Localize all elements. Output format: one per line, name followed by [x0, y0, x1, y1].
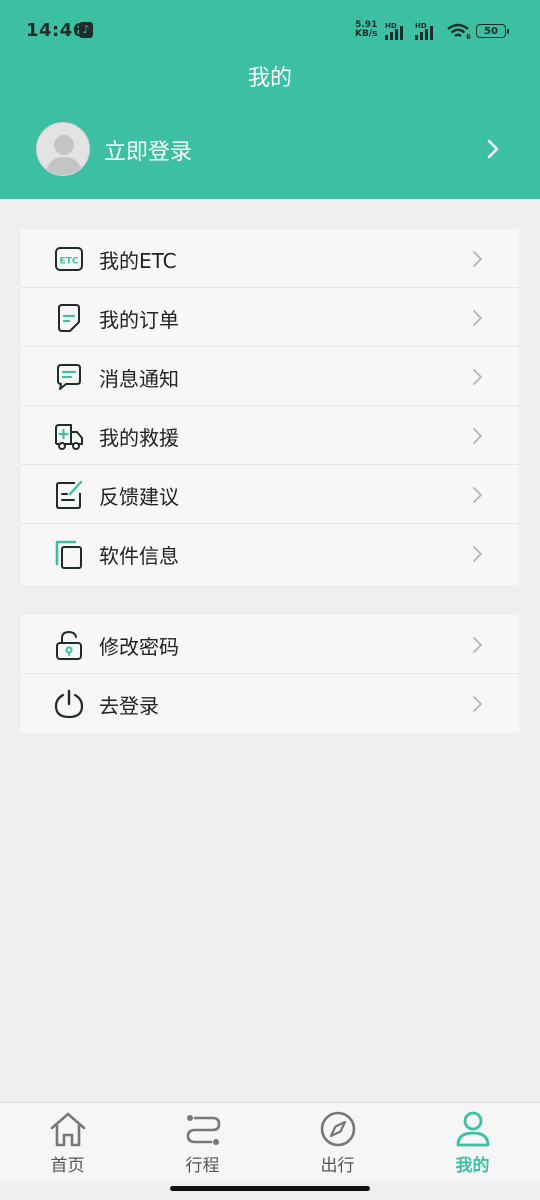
menu-card-main: ETC 我的ETC 我的订单 消息通知 我的救援 反馈建议 软件信息: [21, 229, 519, 585]
power-icon: [54, 689, 84, 719]
bottom-tab-bar: 首页 行程 出行 我的: [0, 1102, 540, 1183]
avatar: [36, 122, 90, 176]
compass-icon: [320, 1111, 356, 1147]
etc-card-icon: ETC: [55, 247, 83, 271]
chevron-right-icon: [473, 310, 482, 326]
menu-item-feedback[interactable]: 反馈建议: [21, 465, 519, 524]
menu-item-label: 消息通知: [99, 367, 179, 391]
tab-travel[interactable]: 出行: [270, 1103, 405, 1183]
menu-item-label: 我的订单: [99, 308, 179, 332]
menu-item-label: 我的救援: [99, 426, 179, 450]
svg-text:6: 6: [466, 33, 471, 40]
login-row[interactable]: 立即登录: [0, 118, 540, 180]
chevron-right-icon: [473, 428, 482, 444]
cell-signal-icon: [385, 26, 403, 40]
svg-text:ETC: ETC: [60, 257, 79, 267]
tab-trips[interactable]: 行程: [135, 1103, 270, 1183]
person-icon: [456, 1111, 490, 1147]
menu-item-label: 反馈建议: [99, 485, 179, 509]
software-copy-icon: [55, 540, 82, 569]
menu-item-go-login[interactable]: 去登录: [21, 674, 519, 733]
chevron-right-icon: [473, 369, 482, 385]
battery-tip: [507, 29, 509, 34]
home-indicator: [170, 1186, 370, 1191]
feedback-edit-icon: [56, 480, 83, 509]
status-time: 14:46: [26, 20, 86, 41]
menu-item-my-etc[interactable]: ETC 我的ETC: [21, 229, 519, 288]
tab-mine[interactable]: 我的: [405, 1103, 540, 1183]
order-document-icon: [58, 304, 80, 332]
chevron-right-icon: [473, 546, 482, 562]
menu-item-label: 修改密码: [99, 635, 179, 659]
route-icon: [186, 1115, 221, 1145]
menu-item-label: 去登录: [99, 694, 159, 718]
home-icon: [50, 1112, 86, 1147]
chevron-right-icon: [473, 637, 482, 653]
header: 14:46 ♪ 5.91 KB/s HD HD 6 50 我的 立即登录: [0, 0, 540, 199]
menu-card-account: 修改密码 去登录: [21, 615, 519, 733]
tab-label: 出行: [320, 1156, 355, 1176]
tab-label: 首页: [50, 1156, 85, 1176]
tab-label: 我的: [455, 1156, 490, 1176]
unlock-icon: [56, 630, 82, 660]
default-avatar-icon: [45, 135, 83, 175]
message-bubble-icon: [57, 364, 81, 390]
battery-icon: 50: [476, 24, 506, 38]
tiktok-icon: ♪: [79, 22, 93, 38]
wifi-icon: 6: [447, 23, 471, 40]
network-speed: 5.91 KB/s: [355, 20, 378, 39]
menu-item-change-password[interactable]: 修改密码: [21, 615, 519, 674]
chevron-right-icon: [473, 696, 482, 712]
profile-screen: 14:46 ♪ 5.91 KB/s HD HD 6 50 我的 立即登录 ETC…: [0, 0, 540, 1200]
menu-item-my-rescue[interactable]: 我的救援: [21, 406, 519, 465]
chevron-right-icon: [473, 487, 482, 503]
menu-item-label: 我的ETC: [99, 249, 177, 273]
cell-signal-icon: [415, 26, 433, 40]
menu-item-notifications[interactable]: 消息通知: [21, 347, 519, 406]
page-title: 我的: [247, 66, 292, 91]
menu-item-label: 软件信息: [99, 544, 179, 568]
menu-item-my-orders[interactable]: 我的订单: [21, 288, 519, 347]
tab-label: 行程: [185, 1156, 220, 1176]
status-bar: 14:46 ♪ 5.91 KB/s HD HD 6 50: [0, 0, 540, 60]
login-label: 立即登录: [104, 140, 193, 165]
tab-home[interactable]: 首页: [0, 1103, 135, 1183]
rescue-vehicle-icon: [55, 424, 83, 450]
chevron-right-icon: [473, 251, 482, 267]
chevron-right-icon: [487, 139, 499, 159]
menu-item-software-info[interactable]: 软件信息: [21, 524, 519, 583]
